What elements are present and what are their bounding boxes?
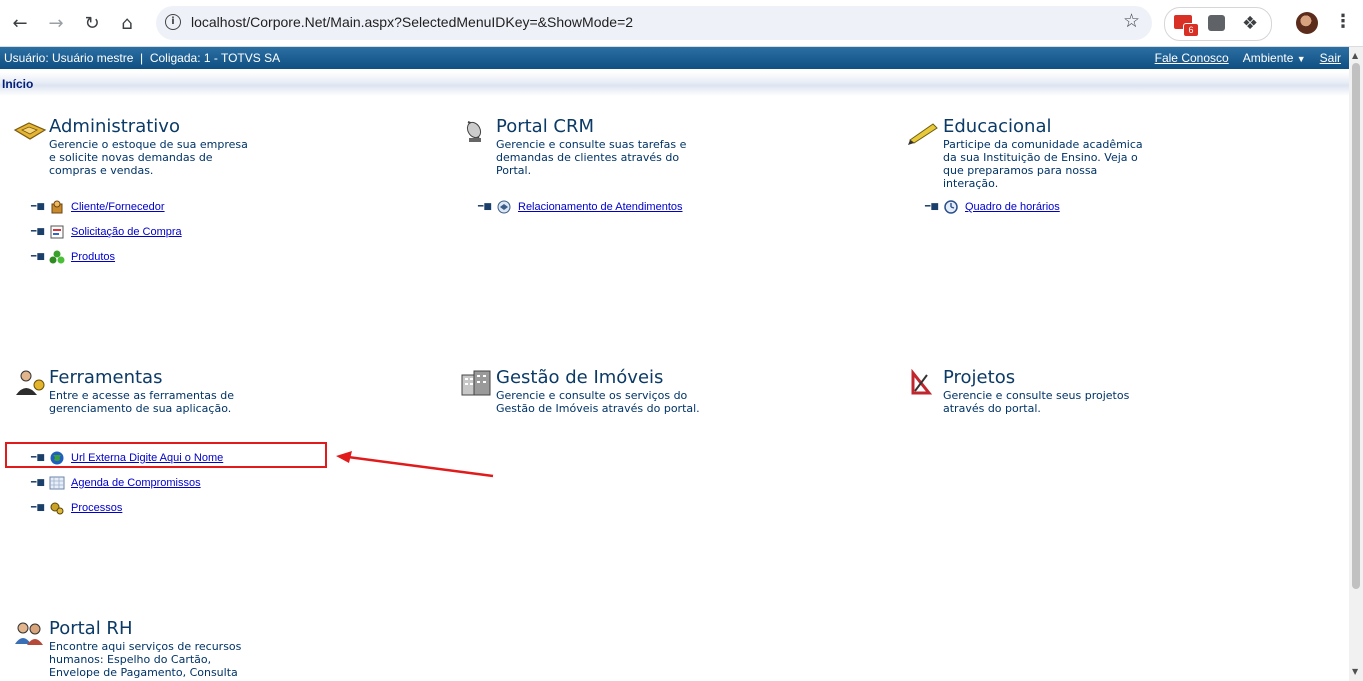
- link-row-processos[interactable]: ━■ Processos: [31, 499, 122, 517]
- link-cliente-fornecedor[interactable]: Cliente/Fornecedor: [71, 201, 165, 213]
- pin-icon: ━■: [31, 202, 45, 212]
- pin-icon: ━■: [925, 202, 939, 212]
- menu-kebab-icon[interactable]: ⋮: [1334, 11, 1352, 32]
- client-icon: [51, 200, 63, 214]
- module-description: Gerencie e consulte suas tarefas e deman…: [496, 138, 687, 177]
- site-info-icon[interactable]: i: [165, 14, 181, 30]
- contact-link[interactable]: Fale Conosco: [1155, 51, 1229, 65]
- module-description: Participe da comunidade acadêmica da sua…: [943, 138, 1143, 190]
- extension-icon[interactable]: [1208, 15, 1225, 31]
- address-bar[interactable]: i localhost/Corpore.Net/Main.aspx?Select…: [156, 6, 1152, 40]
- breadcrumb-bar: Início: [0, 72, 1349, 96]
- annotation-arrow: [336, 451, 494, 478]
- tools-person-icon: [16, 370, 45, 395]
- extensions-group: 6 ❖: [1164, 7, 1272, 41]
- link-processos[interactable]: Processos: [71, 502, 122, 514]
- drafting-icon: [911, 369, 933, 395]
- module-description: Gerencie o estoque de sua empresa e soli…: [49, 138, 248, 177]
- clock-icon: [944, 200, 958, 214]
- link-row-cliente-fornecedor[interactable]: ━■ Cliente/Fornecedor: [31, 198, 165, 216]
- environment-menu[interactable]: Ambiente ▼: [1243, 51, 1306, 65]
- environment-label: Ambiente: [1242, 51, 1294, 65]
- purchase-request-icon: [50, 225, 64, 239]
- products-icon: [49, 250, 65, 264]
- link-relacionamento-atendimentos[interactable]: Relacionamento de Atendimentos: [518, 201, 683, 213]
- link-row-agenda-compromissos[interactable]: ━■ Agenda de Compromissos: [31, 474, 201, 492]
- logout-link[interactable]: Sair: [1320, 51, 1341, 65]
- link-produtos[interactable]: Produtos: [71, 251, 115, 263]
- link-quadro-horarios[interactable]: Quadro de horários: [965, 201, 1060, 213]
- scroll-down-icon[interactable]: ▼: [1352, 667, 1358, 676]
- url-text[interactable]: localhost/Corpore.Net/Main.aspx?Selected…: [191, 14, 633, 30]
- handshake-icon: [13, 122, 47, 140]
- module-description: Gerencie e consulte os serviços do Gestã…: [496, 389, 700, 415]
- browser-toolbar: ← → ↻ ⌂ i localhost/Corpore.Net/Main.asp…: [0, 0, 1363, 47]
- module-title[interactable]: Ferramentas: [49, 367, 162, 388]
- scroll-up-icon[interactable]: ▲: [1352, 51, 1358, 60]
- module-title[interactable]: Portal CRM: [496, 116, 594, 137]
- link-row-produtos[interactable]: ━■ Produtos: [31, 248, 115, 266]
- building-icon: [461, 370, 491, 396]
- pin-icon: ━■: [31, 478, 45, 488]
- link-row-solicitacao-compra[interactable]: ━■ Solicitação de Compra: [31, 223, 182, 241]
- app-header: Usuário: Usuário mestre | Coligada: 1 - …: [0, 47, 1349, 69]
- link-solicitacao-compra[interactable]: Solicitação de Compra: [71, 226, 182, 238]
- pin-icon: ━■: [31, 503, 45, 513]
- link-row-quadro-horarios[interactable]: ━■ Quadro de horários: [925, 198, 1060, 216]
- vertical-scrollbar[interactable]: ▲ ▼: [1349, 47, 1363, 681]
- home-icon[interactable]: ⌂: [113, 9, 141, 37]
- module-title[interactable]: Projetos: [943, 367, 1015, 388]
- pencil-icon: [908, 123, 938, 145]
- people-icon: [15, 622, 43, 645]
- pin-icon: ━■: [31, 252, 45, 262]
- module-title[interactable]: Administrativo: [49, 116, 180, 137]
- module-description: Encontre aqui serviços de recursos human…: [49, 640, 242, 679]
- calendar-icon: [49, 476, 65, 490]
- module-title[interactable]: Educacional: [943, 116, 1051, 137]
- reload-icon[interactable]: ↻: [78, 9, 106, 37]
- module-title[interactable]: Portal RH: [49, 618, 132, 639]
- link-row-relacionamento-atendimentos[interactable]: ━■ Relacionamento de Atendimentos: [478, 198, 683, 216]
- forward-icon[interactable]: →: [42, 9, 70, 37]
- module-description: Gerencie e consulte seus projetos atravé…: [943, 389, 1130, 415]
- bookmark-star-icon[interactable]: ☆: [1123, 10, 1140, 32]
- service-icon: [497, 200, 511, 214]
- gears-icon: [50, 502, 64, 515]
- chevron-down-icon: ▼: [1296, 54, 1306, 64]
- link-agenda-compromissos[interactable]: Agenda de Compromissos: [71, 477, 201, 489]
- pin-icon: ━■: [478, 202, 492, 212]
- satellite-dish-icon: [466, 121, 482, 142]
- annotation-highlight-box: [5, 442, 327, 468]
- scroll-thumb[interactable]: [1352, 63, 1360, 589]
- module-description: Entre e acesse as ferramentas de gerenci…: [49, 389, 235, 415]
- pin-icon: ━■: [31, 227, 45, 237]
- breadcrumb[interactable]: Início: [2, 77, 33, 91]
- module-title[interactable]: Gestão de Imóveis: [496, 367, 663, 388]
- user-info: Usuário: Usuário mestre | Coligada: 1 - …: [4, 51, 281, 65]
- gmail-badge: 6: [1183, 23, 1199, 37]
- back-icon[interactable]: ←: [6, 9, 34, 37]
- profile-avatar[interactable]: [1296, 12, 1318, 34]
- puzzle-icon[interactable]: ❖: [1242, 13, 1258, 34]
